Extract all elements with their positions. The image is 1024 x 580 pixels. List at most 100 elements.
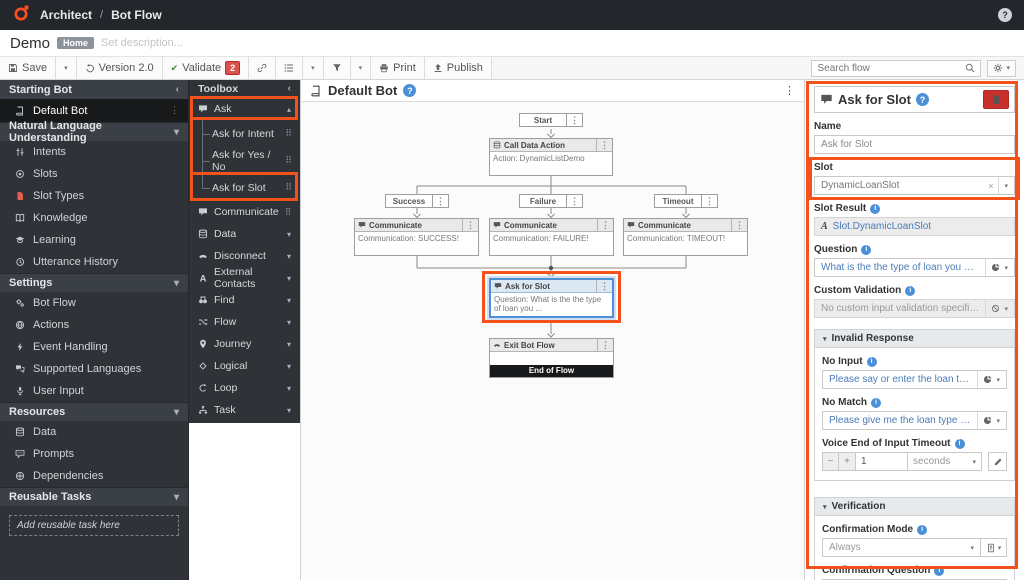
toolbox-category-find[interactable]: Find▾ bbox=[189, 289, 300, 311]
info-icon[interactable]: i bbox=[871, 398, 881, 408]
section-nlu[interactable]: Natural Language Understanding▾ bbox=[0, 122, 188, 141]
breadcrumb-app[interactable]: Architect bbox=[40, 8, 92, 22]
sidebar-item-knowledge[interactable]: Knowledge bbox=[0, 207, 188, 229]
caret-down-icon[interactable]: ▾ bbox=[1004, 182, 1008, 190]
toolbox-category-data[interactable]: Data▾ bbox=[189, 223, 300, 245]
name-input[interactable] bbox=[814, 135, 1015, 154]
response-mode-icon[interactable] bbox=[983, 416, 992, 425]
kebab-menu-icon[interactable]: ⋮ bbox=[601, 341, 610, 350]
flow-description-placeholder[interactable]: Set description... bbox=[101, 37, 183, 49]
add-reusable-task-dropzone[interactable]: Add reusable task here bbox=[9, 515, 179, 536]
toolbox-category-loop[interactable]: Loop▾ bbox=[189, 377, 300, 399]
info-icon[interactable]: i bbox=[934, 566, 944, 576]
branch-timeout[interactable]: Timeout⋮ bbox=[654, 194, 718, 208]
info-icon[interactable]: i bbox=[861, 245, 871, 255]
caret-down-icon[interactable]: ▾ bbox=[996, 417, 1000, 425]
kebab-menu-icon[interactable]: ⋮ bbox=[436, 197, 445, 206]
increment-button[interactable]: + bbox=[839, 452, 856, 471]
decrement-button[interactable]: − bbox=[822, 452, 839, 471]
branch-failure[interactable]: Failure⋮ bbox=[519, 194, 583, 208]
node-ask-for-slot[interactable]: Ask for Slot⋮ Question: What is the the … bbox=[489, 278, 614, 318]
toolbox-category-task[interactable]: Task▾ bbox=[189, 399, 300, 421]
flow-canvas[interactable]: Default Bot ? ⋮ Start ⋮ Call Data Action… bbox=[300, 80, 804, 580]
invalid-response-section-header[interactable]: ▾Invalid Response bbox=[815, 330, 1014, 348]
filter-button[interactable] bbox=[324, 57, 351, 79]
print-button[interactable]: Print bbox=[371, 57, 425, 79]
section-settings[interactable]: Settings▾ bbox=[0, 273, 188, 292]
info-icon[interactable]: i bbox=[905, 286, 915, 296]
toolbox-category-flow[interactable]: Flow▾ bbox=[189, 311, 300, 333]
question-field[interactable]: What is the the type of loan you want?▾ bbox=[814, 258, 1015, 277]
no-input-field[interactable]: Please say or enter the loan type.▾ bbox=[822, 370, 1007, 389]
sidebar-item-supported-languages[interactable]: Supported Languages bbox=[0, 358, 188, 380]
sidebar-item-utterance-history[interactable]: Utterance History bbox=[0, 251, 188, 273]
node-communicate-timeout[interactable]: Communicate⋮ Communication: TIMEOUT! bbox=[623, 218, 748, 256]
kebab-menu-icon[interactable]: ⋮ bbox=[735, 221, 744, 230]
info-icon[interactable]: i bbox=[917, 525, 927, 535]
sidebar-item-actions[interactable]: Actions bbox=[0, 314, 188, 336]
sidebar-item-slot-types[interactable]: Slot Types bbox=[0, 185, 188, 207]
list-view-button[interactable] bbox=[276, 57, 303, 79]
list-view-menu-button[interactable]: ▾ bbox=[303, 57, 324, 79]
drag-handle-icon[interactable]: ⠿ bbox=[285, 128, 292, 139]
node-communicate-failure[interactable]: Communicate⋮ Communication: FAILURE! bbox=[489, 218, 614, 256]
drag-handle-icon[interactable]: ⠿ bbox=[285, 182, 292, 193]
validate-button[interactable]: ✔Validate2 bbox=[163, 57, 250, 79]
node-call-data-action[interactable]: Call Data Action⋮ Action: DynamicListDem… bbox=[489, 138, 613, 176]
save-button[interactable]: Save bbox=[0, 57, 56, 79]
info-icon[interactable]: i bbox=[955, 439, 965, 449]
toolbox-item-ask-for-intent[interactable]: Ask for Intent⠿ bbox=[189, 120, 300, 147]
mode-options-button[interactable]: ▾ bbox=[981, 538, 1007, 557]
info-icon[interactable]: i bbox=[867, 357, 877, 367]
sidebar-item-slots[interactable]: Slots bbox=[0, 163, 188, 185]
sidebar-item-user-input[interactable]: User Input bbox=[0, 380, 188, 402]
kebab-menu-icon[interactable]: ⋮ bbox=[466, 221, 475, 230]
kebab-menu-icon[interactable]: ⋮ bbox=[705, 197, 714, 206]
caret-down-icon[interactable]: ▾ bbox=[1004, 305, 1008, 313]
toolbox-item-communicate[interactable]: Communicate⠿ bbox=[189, 201, 300, 223]
section-resources[interactable]: Resources▾ bbox=[0, 402, 188, 421]
slot-result-field[interactable]: ASlot.DynamicLoanSlot bbox=[814, 217, 1015, 236]
help-icon[interactable]: ? bbox=[916, 93, 929, 106]
sidebar-item-dependencies[interactable]: Dependencies bbox=[0, 465, 188, 487]
toolbox-category-logical[interactable]: Logical▾ bbox=[189, 355, 300, 377]
kebab-menu-icon[interactable]: ⋮ bbox=[784, 84, 795, 97]
section-reusable-tasks[interactable]: Reusable Tasks▾ bbox=[0, 487, 188, 506]
help-icon[interactable]: ? bbox=[998, 8, 1012, 22]
kebab-menu-icon[interactable]: ⋮ bbox=[570, 197, 579, 206]
toolbox-item-ask-for-yes-no[interactable]: Ask for Yes / No⠿ bbox=[189, 147, 300, 174]
response-mode-icon[interactable] bbox=[991, 263, 1000, 272]
no-validation-icon[interactable] bbox=[991, 304, 1000, 313]
custom-validation-field[interactable]: No custom input validation specified.▾ bbox=[814, 299, 1015, 318]
search-input[interactable] bbox=[817, 63, 961, 74]
kebab-menu-icon[interactable]: ⋮ bbox=[170, 106, 179, 115]
node-start[interactable]: Start ⋮ bbox=[519, 113, 583, 127]
caret-down-icon[interactable]: ▾ bbox=[1004, 264, 1008, 272]
node-communicate-success[interactable]: Communicate⋮ Communication: SUCCESS! bbox=[354, 218, 479, 256]
help-icon[interactable]: ? bbox=[403, 84, 416, 97]
response-mode-icon[interactable] bbox=[983, 375, 992, 384]
canvas-settings-button[interactable]: ▾ bbox=[987, 60, 1016, 77]
branch-success[interactable]: Success⋮ bbox=[385, 194, 449, 208]
sidebar-item-prompts[interactable]: Prompts bbox=[0, 443, 188, 465]
toolbox-item-ask-for-slot[interactable]: Ask for Slot⠿ bbox=[189, 174, 300, 201]
timeout-unit-select[interactable]: seconds▾ bbox=[908, 452, 982, 471]
node-exit-bot-flow[interactable]: Exit Bot Flow⋮ End of Flow bbox=[489, 338, 614, 378]
slot-combobox[interactable]: DynamicLoanSlot × ▾ bbox=[814, 176, 1015, 195]
filter-menu-button[interactable]: ▾ bbox=[351, 57, 372, 79]
delete-action-button[interactable] bbox=[983, 90, 1009, 109]
sidebar-item-intents[interactable]: Intents bbox=[0, 141, 188, 163]
kebab-menu-icon[interactable]: ⋮ bbox=[600, 282, 609, 291]
confirmation-mode-select[interactable]: Always▾ bbox=[822, 538, 981, 557]
sidebar-item-bot-flow[interactable]: Bot Flow bbox=[0, 292, 188, 314]
save-menu-button[interactable]: ▾ bbox=[56, 57, 77, 79]
caret-down-icon[interactable]: ▾ bbox=[996, 376, 1000, 384]
info-icon[interactable]: i bbox=[870, 204, 880, 214]
kebab-menu-icon[interactable]: ⋮ bbox=[570, 116, 579, 125]
search-icon[interactable] bbox=[965, 63, 975, 73]
verification-section-header[interactable]: ▾Verification bbox=[815, 498, 1014, 516]
toolbox-category-external-contacts[interactable]: External Contacts▾ bbox=[189, 267, 300, 289]
edit-expression-button[interactable] bbox=[988, 452, 1007, 471]
sidebar-item-default-bot[interactable]: Default Bot⋮ bbox=[0, 99, 188, 122]
clear-icon[interactable]: × bbox=[988, 181, 993, 191]
